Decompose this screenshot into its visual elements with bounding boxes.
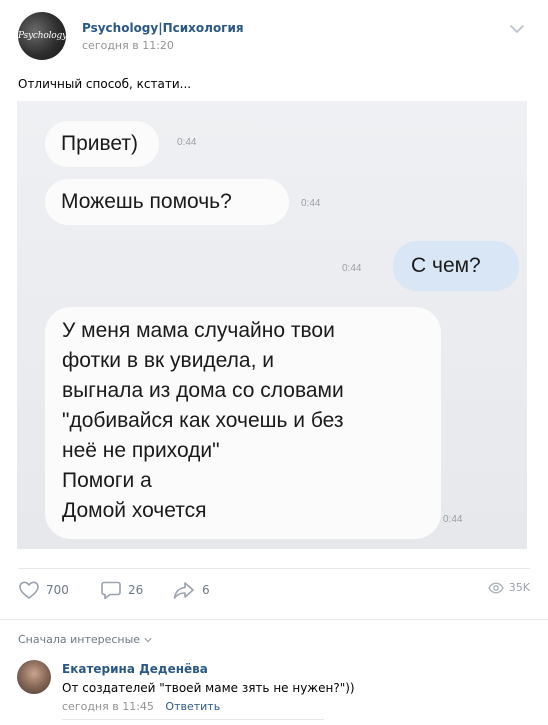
comments-sort-dropdown[interactable]: Сначала интересные — [18, 633, 153, 646]
chat-message-line: Помоги а — [62, 469, 152, 492]
share-button[interactable]: 6 — [172, 575, 210, 605]
views-count: 35K — [508, 581, 530, 594]
eye-icon — [488, 582, 504, 593]
chat-message-line: Домой хочется — [62, 499, 207, 522]
avatar-logo-text: Psychology — [18, 31, 66, 41]
comment-count: 26 — [128, 583, 144, 597]
chat-message-text: С чем? — [411, 254, 481, 277]
post-text: Отличный способ, кстати... — [18, 77, 192, 91]
chat-bubble-incoming: Можешь помочь? — [45, 179, 289, 225]
chat-message-text: Привет) — [61, 132, 139, 155]
share-count: 6 — [202, 583, 210, 597]
divider — [18, 568, 530, 569]
comment-text: От создателей "твоей маме зять не нужен?… — [62, 681, 355, 695]
chat-message-line: У меня мама случайно твои — [62, 319, 335, 342]
comment-button[interactable]: 26 — [100, 575, 143, 605]
reply-button[interactable]: Ответить — [165, 700, 220, 713]
chat-bubble-incoming: У меня мама случайно твои фотки в вк уви… — [45, 307, 441, 539]
chat-bubble-outgoing: С чем? — [393, 241, 519, 291]
chat-message-time: 0:44 — [443, 514, 463, 525]
post-actions: 700 26 6 35K — [0, 575, 548, 611]
group-avatar[interactable]: Psychology — [18, 12, 66, 60]
commenter-avatar[interactable] — [17, 660, 51, 694]
chat-message-time: 0:44 — [177, 137, 197, 148]
chat-message-time: 0:44 — [301, 198, 321, 209]
post-time-link[interactable]: сегодня в 11:20 — [82, 39, 174, 52]
share-icon — [173, 582, 194, 599]
group-name-link[interactable]: Psychology|Психология — [82, 21, 244, 35]
comment-meta: сегодня в 11:45 Ответить — [62, 700, 220, 713]
post-photo[interactable]: Привет) 0:44 Можешь помочь? 0:44 0:44 С … — [17, 101, 527, 549]
chat-message-line: "добивайся как хочешь и без — [62, 409, 344, 432]
divider — [0, 619, 548, 620]
like-button[interactable]: 700 — [18, 575, 69, 605]
chat-message-text: Можешь помочь? — [61, 190, 232, 213]
chat-message-time: 0:44 — [342, 263, 362, 274]
comment-icon — [101, 581, 121, 600]
divider — [62, 719, 324, 720]
comments-sort-label: Сначала интересные — [18, 633, 141, 646]
comment-time-link[interactable]: сегодня в 11:45 — [62, 700, 154, 713]
comment-author-link[interactable]: Екатерина Деденёва — [62, 662, 208, 676]
post-header: Psychology Psychology|Психология сегодня… — [0, 0, 548, 70]
chat-bubble-incoming: Привет) — [45, 121, 159, 167]
chevron-down-icon[interactable] — [508, 22, 526, 36]
chat-message-line: неё не приходи" — [62, 439, 220, 462]
like-count: 700 — [46, 583, 69, 597]
views-counter: 35K — [488, 581, 530, 594]
chevron-down-icon — [144, 637, 152, 642]
chat-message-line: фотки в вк увидела, и — [62, 349, 274, 372]
chat-message-line: выгнала из дома со словами — [62, 379, 344, 402]
heart-icon — [19, 581, 39, 599]
